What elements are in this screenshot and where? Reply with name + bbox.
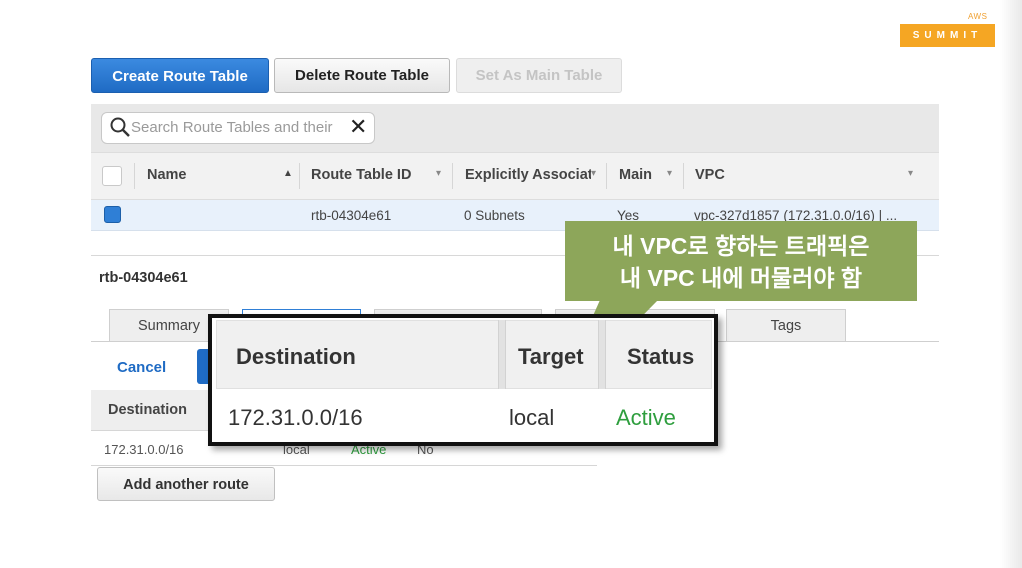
clear-search-icon[interactable]: ✕ — [349, 116, 369, 138]
zoom-cell-target: local — [509, 405, 555, 430]
row-checkbox[interactable] — [104, 206, 121, 223]
tab-tags[interactable]: Tags — [726, 309, 846, 342]
page-edge-shadow — [1000, 0, 1022, 568]
zoom-header-destination: Destination — [236, 344, 356, 369]
routes-divider — [91, 465, 597, 466]
column-separator — [134, 163, 135, 189]
zoom-cell-status: Active — [616, 405, 676, 430]
annotation-text-line2: 내 VPC 내에 머물러야 함 — [619, 265, 863, 291]
zoom-column-separator — [598, 320, 606, 389]
column-separator — [299, 163, 300, 189]
set-as-main-table-button[interactable]: Set As Main Table — [456, 58, 622, 93]
routes-column-destination: Destination — [108, 402, 187, 418]
column-separator — [683, 163, 684, 189]
summit-logo: SUMMIT — [900, 24, 995, 47]
column-header-vpc[interactable]: VPC — [695, 167, 725, 183]
chevron-down-icon[interactable]: ▾ — [436, 168, 441, 179]
zoom-header-status: Status — [627, 344, 695, 369]
column-separator — [606, 163, 607, 189]
cell-explicit-association: 0 Subnets — [464, 208, 525, 223]
zoom-column-separator — [498, 320, 506, 389]
create-route-table-button[interactable]: Create Route Table — [91, 58, 269, 93]
detail-title: rtb-04304e61 — [99, 270, 188, 286]
chevron-down-icon[interactable]: ▾ — [591, 168, 596, 179]
add-another-route-button[interactable]: Add another route — [97, 467, 275, 501]
annotation-text-line1: 내 VPC로 향하는 트래픽은 — [612, 233, 870, 259]
column-header-main[interactable]: Main — [619, 167, 652, 183]
chevron-down-icon[interactable]: ▾ — [908, 168, 913, 179]
sort-ascending-icon[interactable]: ▲ — [283, 168, 293, 179]
zoom-cell-destination: 172.31.0.0/16 — [228, 405, 363, 430]
aws-brand-text: AWS — [968, 12, 988, 21]
delete-route-table-button[interactable]: Delete Route Table — [274, 58, 450, 93]
cell-route-table-id: rtb-04304e61 — [311, 208, 392, 223]
route-destination: 172.31.0.0/16 — [104, 442, 184, 457]
cancel-button[interactable]: Cancel — [117, 359, 166, 376]
column-header-name[interactable]: Name — [147, 167, 187, 183]
search-placeholder: Search Route Tables and their — [131, 119, 333, 136]
column-header-route-table-id[interactable]: Route Table ID — [311, 167, 411, 183]
select-all-checkbox[interactable] — [102, 166, 122, 186]
search-icon — [110, 117, 130, 137]
column-separator — [452, 163, 453, 189]
zoom-header-target: Target — [518, 344, 584, 369]
chevron-down-icon[interactable]: ▾ — [667, 168, 672, 179]
column-header-explicitly-associated[interactable]: Explicitly Associat — [465, 167, 591, 183]
